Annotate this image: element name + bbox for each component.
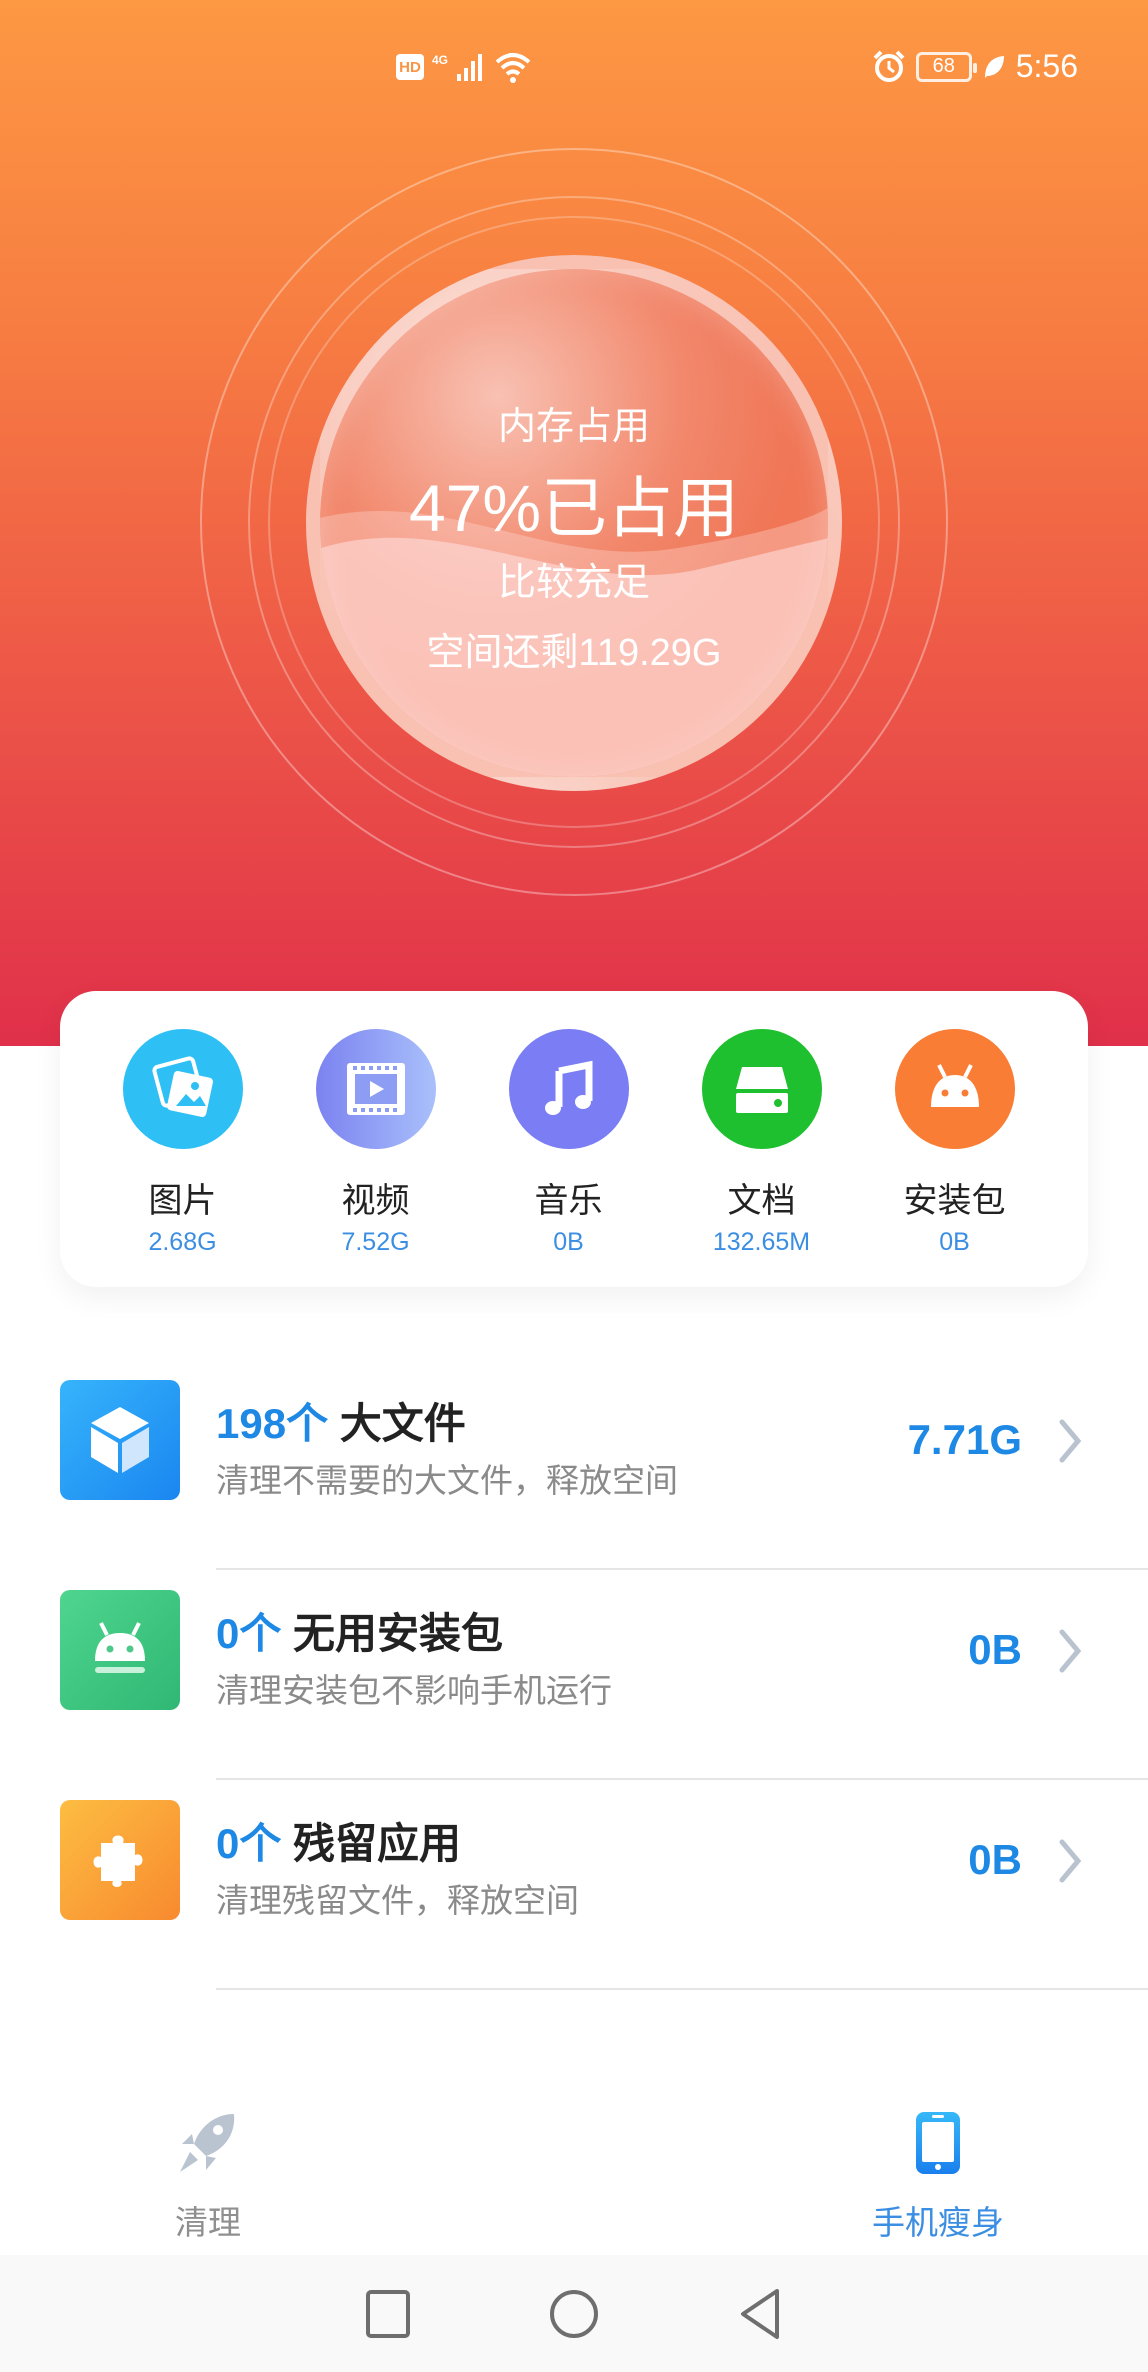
tool-size: 7.71G bbox=[907, 1416, 1022, 1463]
gauge-percent: 47%已占用 bbox=[408, 471, 740, 545]
tool-list: 198个 大文件 清理不需要的大文件，释放空间 7.71G 0个 无用安装包 清… bbox=[0, 1360, 1148, 1990]
circle-icon bbox=[550, 2289, 598, 2338]
category-size: 2.68G bbox=[148, 1228, 217, 1256]
tool-description: 清理不需要的大文件，释放空间 bbox=[216, 1462, 678, 1499]
category-label: 视频 bbox=[341, 1182, 410, 1220]
tool-size: 0B bbox=[968, 1836, 1022, 1883]
category-label: 音乐 bbox=[534, 1182, 603, 1220]
tool-name: 大文件 bbox=[339, 1400, 466, 1447]
category-documents[interactable]: 文档 132.65M bbox=[665, 1029, 858, 1287]
bottom-tab-bar: 清理 手机瘦身 bbox=[0, 2080, 1148, 2255]
category-label: 图片 bbox=[148, 1182, 217, 1220]
wifi-icon bbox=[495, 53, 531, 83]
rocket-icon bbox=[180, 2114, 235, 2172]
alarm-icon bbox=[873, 50, 905, 82]
category-label: 文档 bbox=[727, 1182, 796, 1220]
tool-title: 0个 无用安装包 bbox=[216, 1600, 503, 1661]
tool-name: 残留应用 bbox=[293, 1820, 462, 1867]
android-icon bbox=[60, 1590, 180, 1710]
android-icon bbox=[894, 1029, 1015, 1149]
home-button[interactable] bbox=[544, 2284, 604, 2344]
battery-level: 68 bbox=[932, 55, 955, 77]
tab-label: 清理 bbox=[175, 2204, 241, 2241]
category-size: 0B bbox=[939, 1228, 970, 1256]
triangle-back-icon bbox=[741, 2288, 779, 2339]
tool-size: 0B bbox=[968, 1626, 1022, 1673]
video-icon bbox=[315, 1029, 436, 1149]
cube-icon bbox=[60, 1380, 180, 1500]
tab-label: 手机瘦身 bbox=[872, 2204, 1004, 2241]
category-size: 132.65M bbox=[712, 1228, 811, 1256]
clock: 5:56 bbox=[1015, 48, 1078, 84]
tool-count: 198个 bbox=[216, 1400, 329, 1447]
tab-phone-slim[interactable]: 手机瘦身 bbox=[848, 2110, 1028, 2244]
gauge-text: 内存占用 47%已占用 比较充足 空间还剩119.29G bbox=[306, 255, 842, 791]
image-icon bbox=[122, 1029, 243, 1149]
signal-icon bbox=[457, 54, 483, 81]
gauge-remaining: 空间还剩119.29G bbox=[426, 632, 722, 674]
category-images[interactable]: 图片 2.68G bbox=[86, 1029, 279, 1287]
hd-icon: HD bbox=[396, 54, 424, 80]
divider bbox=[216, 1988, 1148, 1990]
status-bar: HD 4G 68 5:56 bbox=[0, 0, 1148, 134]
tool-count: 0个 bbox=[216, 1610, 282, 1657]
tool-name: 无用安装包 bbox=[293, 1610, 504, 1657]
battery-icon: 68 bbox=[915, 51, 977, 82]
category-card: 图片 2.68G 视频 7.52G 音乐 0B 文档 132.65M 安装包 0… bbox=[60, 991, 1088, 1287]
tool-row-residual-apps[interactable]: 0个 残留应用 清理残留文件，释放空间 0B bbox=[0, 1780, 1148, 1990]
chevron-right-icon bbox=[1059, 1839, 1082, 1883]
tool-title: 198个 大文件 bbox=[216, 1390, 466, 1451]
tool-row-large-files[interactable]: 198个 大文件 清理不需要的大文件，释放空间 7.71G bbox=[0, 1360, 1148, 1570]
gauge-status: 比较充足 bbox=[497, 562, 650, 604]
category-apks[interactable]: 安装包 0B bbox=[858, 1029, 1051, 1287]
category-size: 0B bbox=[553, 1228, 584, 1256]
tool-title: 0个 残留应用 bbox=[216, 1810, 461, 1871]
tab-clean[interactable]: 清理 bbox=[118, 2110, 298, 2244]
puzzle-icon bbox=[60, 1800, 180, 1920]
network-type: 4G bbox=[432, 53, 449, 67]
tool-count: 0个 bbox=[216, 1820, 282, 1867]
tool-description: 清理残留文件，释放空间 bbox=[216, 1882, 579, 1919]
gauge-title: 内存占用 bbox=[497, 406, 650, 448]
category-music[interactable]: 音乐 0B bbox=[472, 1029, 665, 1287]
category-videos[interactable]: 视频 7.52G bbox=[279, 1029, 472, 1287]
tool-row-useless-apks[interactable]: 0个 无用安装包 清理安装包不影响手机运行 0B bbox=[0, 1570, 1148, 1780]
chevron-right-icon bbox=[1059, 1629, 1082, 1673]
category-label: 安装包 bbox=[903, 1182, 1006, 1220]
leaf-icon bbox=[984, 55, 1004, 78]
tool-description: 清理安装包不影响手机运行 bbox=[216, 1672, 612, 1709]
chevron-right-icon bbox=[1059, 1419, 1082, 1463]
phone-icon bbox=[916, 2112, 960, 2174]
drive-icon bbox=[701, 1029, 822, 1149]
square-icon bbox=[366, 2289, 410, 2338]
category-size: 7.52G bbox=[341, 1228, 410, 1256]
system-navigation-bar bbox=[0, 2255, 1148, 2372]
back-button[interactable] bbox=[730, 2284, 790, 2344]
music-icon bbox=[508, 1029, 629, 1149]
recents-button[interactable] bbox=[358, 2284, 418, 2344]
